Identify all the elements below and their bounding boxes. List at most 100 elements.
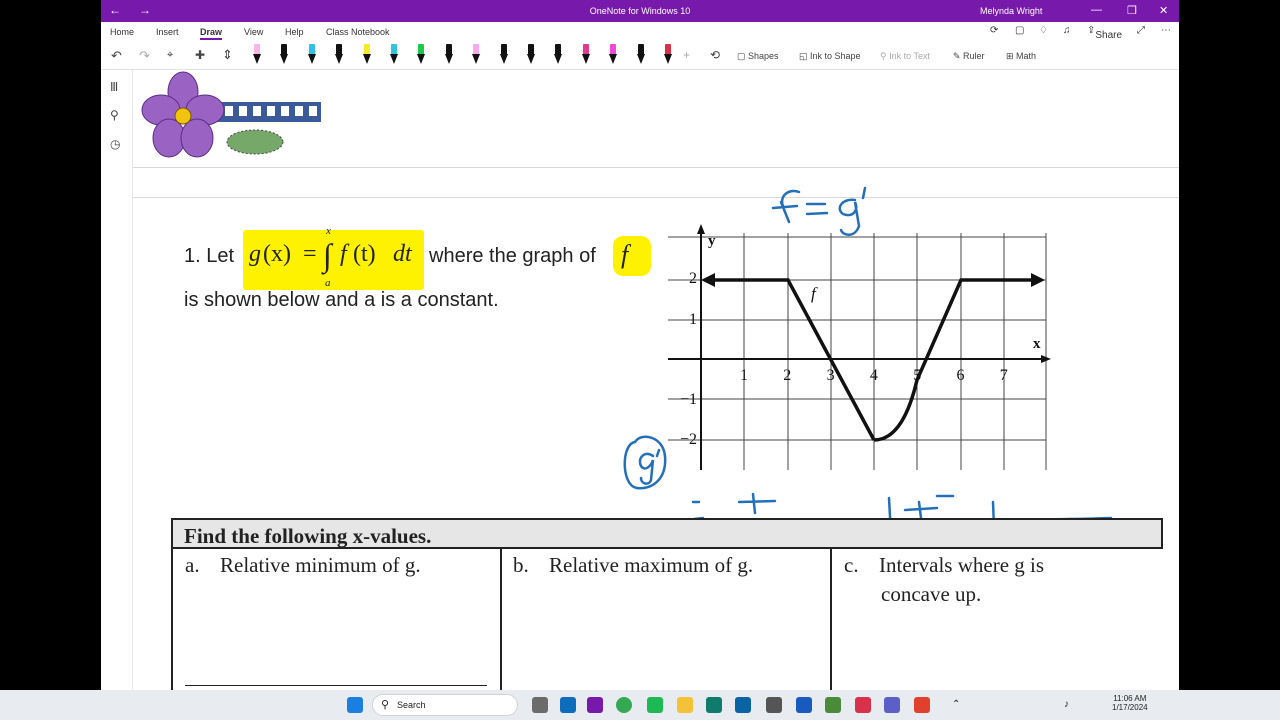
formula-g: g bbox=[249, 241, 261, 267]
table-header: Find the following x-values. bbox=[171, 518, 1163, 549]
user-name[interactable]: Melynda Wright bbox=[980, 6, 1042, 16]
app-teal-icon[interactable] bbox=[706, 697, 722, 713]
shapes-button[interactable]: ▢ Shapes bbox=[737, 51, 779, 62]
clock-time: 11:06 AM bbox=[1113, 694, 1147, 703]
ink-to-text-button[interactable]: ⚲ Ink to Text bbox=[880, 51, 930, 62]
volume-icon[interactable]: ♪ bbox=[1064, 699, 1069, 710]
teams-icon[interactable] bbox=[884, 697, 900, 713]
pen-swatch[interactable] bbox=[470, 44, 482, 66]
ink-to-text-label: Ink to Text bbox=[889, 51, 930, 61]
expand-icon[interactable]: ⤢ bbox=[1137, 25, 1145, 36]
tab-help[interactable]: Help bbox=[285, 27, 304, 37]
pen-swatch[interactable] bbox=[443, 44, 455, 66]
maximize-icon[interactable]: ❐ bbox=[1127, 4, 1137, 17]
app-red-check-icon[interactable] bbox=[855, 697, 871, 713]
pen-swatch[interactable] bbox=[251, 44, 263, 66]
more-icon[interactable]: ⋯ bbox=[1161, 25, 1171, 36]
answer-table: Find the following x-values. a. Relative… bbox=[171, 518, 1163, 690]
answer-cell-c[interactable]: c. Intervals where g is concave up. bbox=[832, 549, 1163, 690]
onenote-app-icon[interactable] bbox=[587, 697, 603, 713]
ribbon-tabs: Home Insert Draw View Help Class Noteboo… bbox=[101, 22, 1179, 42]
pen-swatch[interactable] bbox=[361, 44, 373, 66]
task-view-icon[interactable] bbox=[532, 697, 548, 713]
edge-icon[interactable] bbox=[735, 697, 751, 713]
sync-icon[interactable]: ⟳ bbox=[990, 25, 998, 36]
flower-sticker-image bbox=[141, 71, 321, 158]
search-icon: ⚲ bbox=[381, 699, 390, 711]
windows-start-icon[interactable] bbox=[347, 697, 363, 713]
app-gray-icon[interactable] bbox=[766, 697, 782, 713]
close-icon[interactable]: ✕ bbox=[1159, 4, 1168, 17]
col-b-text: Relative maximum of g. bbox=[549, 553, 754, 577]
outlook-icon[interactable] bbox=[560, 697, 576, 713]
question-prefix: 1. Let bbox=[184, 245, 235, 267]
col-c-letter: c. bbox=[844, 553, 859, 577]
clock[interactable]: 11:06 AM 1/17/2024 bbox=[1112, 694, 1148, 712]
minimize-icon[interactable]: — bbox=[1091, 4, 1102, 16]
insert-space-icon[interactable]: ⇕ bbox=[222, 47, 233, 63]
pen-swatch[interactable] bbox=[498, 44, 510, 66]
pen-swatch[interactable] bbox=[333, 44, 345, 66]
ink-replay-icon[interactable]: ⟲ bbox=[710, 48, 720, 62]
share-button[interactable]: ⇪ Share bbox=[1087, 25, 1122, 41]
col-a-letter: a. bbox=[185, 553, 200, 577]
search-icon[interactable]: ⚲ bbox=[110, 108, 119, 122]
word-icon[interactable] bbox=[796, 697, 812, 713]
add-space-icon[interactable]: ✚ bbox=[195, 48, 205, 62]
answer-line bbox=[185, 685, 487, 686]
tab-view[interactable]: View bbox=[244, 27, 263, 37]
table-header-text: Find the following x-values. bbox=[184, 524, 432, 548]
pen-swatch[interactable] bbox=[388, 44, 400, 66]
notebook-icon[interactable]: ▢ bbox=[1015, 25, 1024, 36]
file-explorer-icon[interactable] bbox=[677, 697, 693, 713]
undo-icon[interactable]: ↶ bbox=[111, 48, 122, 64]
answer-cell-b[interactable]: b. Relative maximum of g. bbox=[502, 549, 832, 690]
add-pen-icon[interactable]: + bbox=[683, 48, 690, 62]
tab-draw[interactable]: Draw bbox=[200, 27, 223, 40]
tab-insert[interactable]: Insert bbox=[156, 27, 179, 37]
lightbulb-icon[interactable]: ♢ bbox=[1039, 25, 1048, 36]
pen-swatch[interactable] bbox=[525, 44, 537, 66]
notebooks-icon[interactable]: Ⅲ bbox=[110, 80, 118, 94]
col-a-text: Relative minimum of g. bbox=[220, 553, 421, 577]
bell-icon[interactable]: ♫ bbox=[1063, 25, 1071, 36]
answer-cell-a[interactable]: a. Relative minimum of g. bbox=[171, 549, 502, 690]
tab-class-notebook[interactable]: Class Notebook bbox=[326, 27, 390, 37]
ink-to-shape-label: Ink to Shape bbox=[810, 51, 861, 61]
tray-chevron-icon[interactable]: ⌃ bbox=[952, 699, 960, 710]
pen-swatch[interactable] bbox=[278, 44, 290, 66]
ink-to-shape-button[interactable]: ◱ Ink to Shape bbox=[799, 51, 861, 62]
pen-swatch[interactable] bbox=[306, 44, 318, 66]
pen-swatch[interactable] bbox=[552, 44, 564, 66]
tab-home[interactable]: Home bbox=[110, 27, 134, 37]
app-orange-icon[interactable] bbox=[914, 697, 930, 713]
pen-swatch[interactable] bbox=[635, 44, 647, 66]
pen-swatch[interactable] bbox=[607, 44, 619, 66]
pen-swatch[interactable] bbox=[580, 44, 592, 66]
question-line2: is shown below and a is a constant. bbox=[184, 289, 499, 311]
chrome-icon[interactable] bbox=[616, 697, 632, 713]
windows-taskbar: ⚲ Search ⌃ ♪ 11:06 AM 1/17/2024 bbox=[0, 690, 1280, 720]
pen-swatch[interactable] bbox=[415, 44, 427, 66]
ruler-label: Ruler bbox=[963, 51, 985, 61]
page-divider bbox=[133, 167, 1179, 168]
col-b-letter: b. bbox=[513, 553, 529, 577]
question-middle: where the graph of bbox=[429, 245, 596, 267]
app-green-icon[interactable] bbox=[647, 697, 663, 713]
lasso-select-icon[interactable]: ⌖ bbox=[167, 49, 173, 62]
formula-lower-limit: a bbox=[325, 277, 331, 289]
clock-date: 1/17/2024 bbox=[1112, 703, 1148, 712]
draw-toolbar: ↶ ↷ ⌖ ✚ ⇕ + ⟲ ▢ Shapes ◱ Ink to Shape ⚲ … bbox=[101, 42, 1179, 70]
redo-icon[interactable]: ↷ bbox=[139, 48, 150, 64]
integral-formula: g (x) = ∫ x a f (t) dt bbox=[249, 225, 424, 289]
note-page[interactable]: 1. Let g (x) = ∫ x a f (t) dt where the … bbox=[133, 70, 1179, 690]
math-button[interactable]: ⊞ Math bbox=[1006, 51, 1036, 62]
taskbar-search-input[interactable]: ⚲ Search bbox=[372, 694, 518, 716]
recent-icon[interactable]: ◷ bbox=[110, 137, 120, 151]
app-leaf-icon[interactable] bbox=[825, 697, 841, 713]
pen-swatch[interactable] bbox=[662, 44, 674, 66]
share-label: Share bbox=[1095, 30, 1123, 41]
col-c-text-line2: concave up. bbox=[881, 582, 982, 606]
formula-dt: dt bbox=[393, 241, 412, 267]
ruler-button[interactable]: ✎ Ruler bbox=[953, 51, 985, 62]
